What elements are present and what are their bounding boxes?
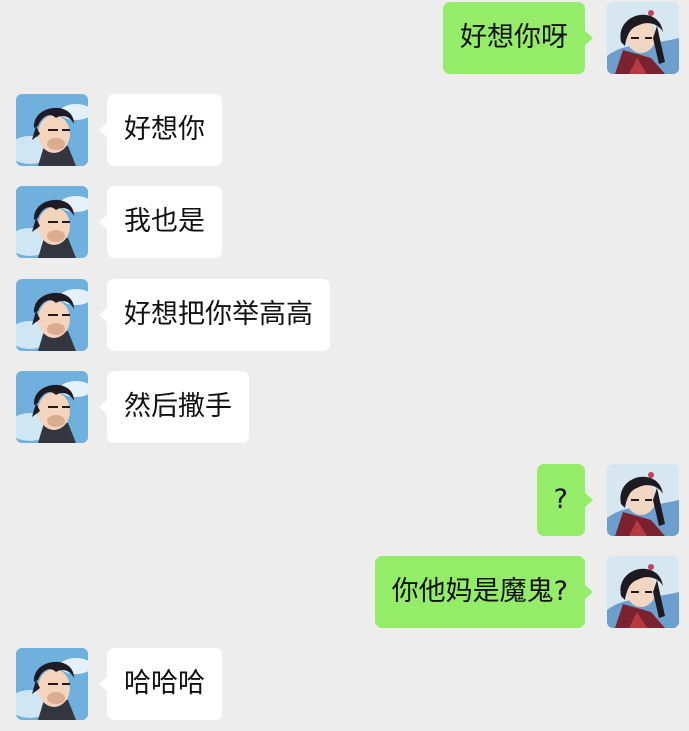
message-bubble-sent[interactable]: 好想你呀: [443, 2, 593, 74]
avatar-contact-image: [16, 279, 88, 351]
avatar-self[interactable]: [607, 464, 679, 536]
message-bubble-received[interactable]: 然后撒手: [99, 371, 249, 443]
message-bubble-sent[interactable]: 你他妈是魔鬼?: [374, 556, 594, 628]
message-row-sent: 你他妈是魔鬼?: [0, 556, 689, 628]
message-bubble-received[interactable]: 哈哈哈: [99, 648, 222, 720]
avatar-contact-image: [16, 94, 88, 166]
avatar-contact[interactable]: [16, 648, 88, 720]
avatar-self-image: [607, 556, 679, 628]
message-row-sent: ?: [0, 464, 689, 536]
avatar-contact[interactable]: [16, 279, 88, 351]
avatar-contact[interactable]: [16, 94, 88, 166]
message-bubble-sent[interactable]: ?: [536, 464, 594, 536]
message-row-sent: 好想你呀: [0, 2, 689, 74]
message-row-received: 好想你: [0, 94, 689, 166]
avatar-self-image: [607, 2, 679, 74]
avatar-self[interactable]: [607, 556, 679, 628]
avatar-self[interactable]: [607, 2, 679, 74]
avatar-contact[interactable]: [16, 371, 88, 443]
avatar-contact[interactable]: [16, 186, 88, 258]
message-bubble-received[interactable]: 好想把你举高高: [99, 279, 330, 351]
message-row-received: 哈哈哈: [0, 648, 689, 720]
avatar-contact-image: [16, 648, 88, 720]
message-bubble-received[interactable]: 我也是: [99, 186, 222, 258]
message-row-received: 我也是: [0, 186, 689, 258]
message-row-received: 然后撒手: [0, 371, 689, 443]
avatar-contact-image: [16, 186, 88, 258]
avatar-self-image: [607, 464, 679, 536]
avatar-contact-image: [16, 371, 88, 443]
message-bubble-received[interactable]: 好想你: [99, 94, 222, 166]
message-row-received: 好想把你举高高: [0, 279, 689, 351]
